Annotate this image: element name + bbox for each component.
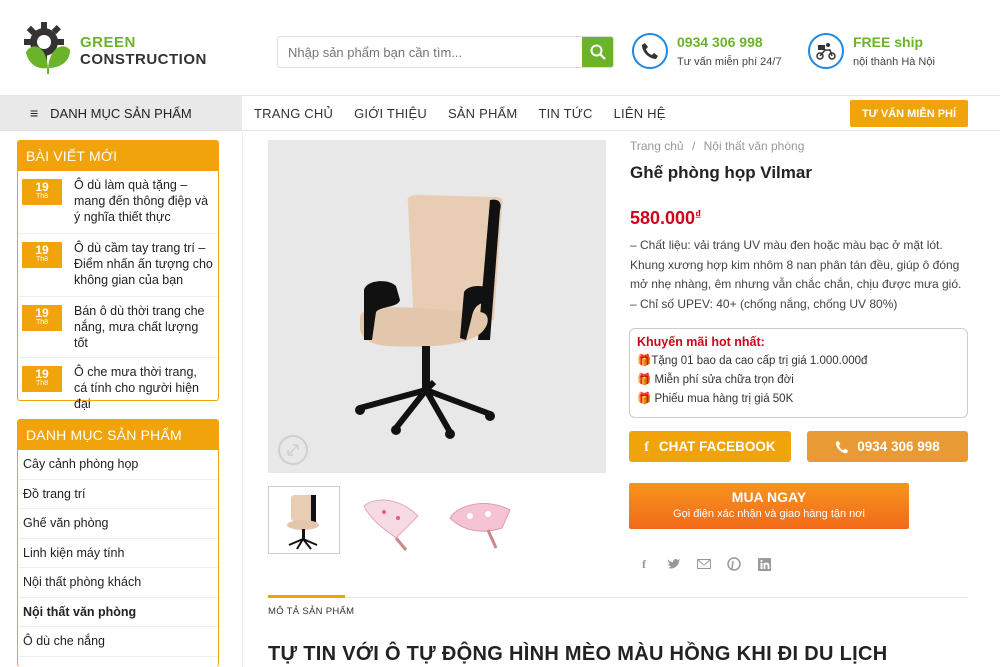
search-input[interactable] bbox=[278, 37, 582, 67]
zoom-icon[interactable] bbox=[278, 435, 308, 465]
category-menu-label: DANH MỤC SẢN PHẨM bbox=[50, 105, 192, 121]
article-title: TỰ TIN VỚI Ô TỰ ĐỘNG HÌNH MÈO MÀU HỒNG K… bbox=[268, 643, 888, 665]
tab-active-indicator bbox=[268, 595, 345, 598]
chat-facebook-button[interactable]: f CHAT FACEBOOK bbox=[629, 431, 791, 462]
facebook-share-icon[interactable]: f bbox=[636, 556, 652, 572]
category-item[interactable]: Đồ trang trí bbox=[18, 480, 218, 509]
ship-sub: nội thành Hà Nội bbox=[853, 56, 935, 68]
pinterest-share-icon[interactable] bbox=[726, 556, 742, 572]
post-title[interactable]: Ô dù cầm tay trang trí – Điểm nhấn ấn tư… bbox=[74, 240, 213, 290]
buy-now-label: MUA NGAY bbox=[731, 489, 807, 505]
post-title[interactable]: Bán ô dù thời trang che nắng, mưa chất l… bbox=[74, 303, 213, 351]
post-date: 19 Th8 bbox=[22, 242, 62, 268]
buy-now-button[interactable]: MUA NGAY Gọi điện xác nhận và giao hàng … bbox=[629, 483, 909, 529]
phone-icon bbox=[835, 440, 849, 453]
nav-item-contact[interactable]: LIÊN HỆ bbox=[614, 106, 666, 121]
ship-block: FREE ship nội thành Hà Nội bbox=[808, 33, 935, 69]
post-item[interactable]: 19 Th8 Ô dù cầm tay trang trí – Điểm nhấn… bbox=[18, 234, 218, 297]
recent-posts-widget: BÀI VIẾT MỚI 19 Th8 Ô dù làm quà tặng – m… bbox=[17, 140, 219, 411]
search-bar bbox=[277, 36, 614, 68]
post-date: 19 Th8 bbox=[22, 366, 62, 392]
product-thumbnail[interactable] bbox=[356, 486, 428, 554]
recent-posts-title: BÀI VIẾT MỚI bbox=[18, 141, 218, 171]
category-menu-button[interactable]: ≡ DANH MỤC SẢN PHẨM bbox=[0, 96, 242, 130]
brand-line1: GREEN bbox=[80, 34, 136, 51]
chat-facebook-label: CHAT FACEBOOK bbox=[658, 439, 776, 454]
product-thumbnail[interactable] bbox=[444, 486, 516, 554]
divider bbox=[242, 131, 243, 667]
post-date: 19 Th8 bbox=[22, 179, 62, 205]
facebook-icon: f bbox=[644, 438, 649, 454]
breadcrumb-separator: / bbox=[691, 139, 696, 153]
post-title[interactable]: Ô che mưa thời trang, cá tính cho người … bbox=[74, 364, 213, 412]
promo-box: Khuyến mãi hot nhất: 🎁Tặng 01 bao da cao… bbox=[629, 328, 968, 418]
ship-title: FREE ship bbox=[853, 34, 924, 50]
breadcrumb-current[interactable]: Nội thất văn phòng bbox=[704, 139, 805, 153]
promo-item: 🎁 Phiếu mua hàng trị giá 50K bbox=[637, 393, 794, 405]
post-item[interactable]: 19 Th8 Bán ô dù thời trang che nắng, mưa … bbox=[18, 297, 218, 358]
product-description: – Chất liệu: vải tráng UV màu đen hoặc m… bbox=[630, 236, 970, 314]
hotline-sub: Tư vấn miễn phí 24/7 bbox=[677, 56, 782, 68]
phone-icon bbox=[632, 33, 668, 69]
promo-item: 🎁Tặng 01 bao da cao cấp trị giá 1.000.00… bbox=[637, 355, 868, 367]
category-widget: DANH MỤC SẢN PHẨM Cây cảnh phòng họp Đồ … bbox=[17, 419, 219, 667]
call-label: 0934 306 998 bbox=[857, 439, 940, 454]
post-item[interactable]: 19 Th8 Ô che mưa thời trang, cá tính cho … bbox=[18, 358, 218, 418]
product-title: Ghế phòng họp Vilmar bbox=[630, 163, 812, 182]
category-item[interactable]: Ghế văn phòng bbox=[18, 509, 218, 539]
nav-item-about[interactable]: GIỚI THIỆU bbox=[354, 106, 427, 121]
search-button[interactable] bbox=[582, 37, 613, 67]
category-item-active[interactable]: Nội thất văn phòng bbox=[18, 598, 218, 627]
nav-item-news[interactable]: TIN TỨC bbox=[538, 106, 592, 121]
promo-title: Khuyến mãi hot nhất: bbox=[637, 335, 765, 349]
post-title[interactable]: Ô dù làm quà tặng – mang đến thông điệp … bbox=[74, 177, 213, 227]
promo-item: 🎁 Miễn phí sửa chữa trọn đời bbox=[637, 374, 794, 386]
category-item[interactable]: Ô dù che nắng bbox=[18, 627, 218, 657]
currency-symbol: ₫ bbox=[695, 208, 702, 222]
description-text: – Chất liệu: vải tráng UV màu đen hoặc m… bbox=[630, 238, 962, 291]
email-share-icon[interactable] bbox=[696, 556, 712, 572]
product-main-image[interactable] bbox=[268, 140, 606, 473]
hotline-block[interactable]: 0934 306 998 Tư vấn miễn phí 24/7 bbox=[632, 33, 782, 69]
category-widget-title: DANH MỤC SẢN PHẨM bbox=[18, 420, 218, 450]
linkedin-share-icon[interactable] bbox=[756, 556, 772, 572]
tab-divider bbox=[268, 597, 968, 598]
product-price: 580.000₫ bbox=[630, 208, 702, 228]
delivery-icon bbox=[808, 33, 844, 69]
nav-item-home[interactable]: TRANG CHỦ bbox=[254, 106, 333, 121]
breadcrumb: Trang chủ / Nội thất văn phòng bbox=[630, 139, 804, 153]
logo-icon[interactable] bbox=[18, 18, 78, 76]
category-item[interactable]: Nội thất phòng khách bbox=[18, 568, 218, 598]
category-item[interactable]: Linh kiện máy tính bbox=[18, 539, 218, 568]
call-button[interactable]: 0934 306 998 bbox=[807, 431, 968, 462]
category-item[interactable]: Cây cảnh phòng họp bbox=[18, 450, 218, 480]
gift-icon: 🎁 bbox=[637, 355, 652, 367]
main-menu: TRANG CHỦ GIỚI THIỆU SẢN PHẨM TIN TỨC LI… bbox=[254, 96, 687, 130]
brand-name[interactable]: GREEN CONSTRUCTION bbox=[80, 34, 207, 68]
hamburger-icon: ≡ bbox=[30, 105, 39, 121]
gift-icon: 🎁 bbox=[637, 374, 655, 386]
gift-icon: 🎁 bbox=[637, 393, 655, 405]
description-text: – Chỉ số UPEV: 40+ (chống nắng, chống UV… bbox=[630, 296, 898, 311]
free-consult-button[interactable]: TƯ VẤN MIỄN PHÍ bbox=[850, 100, 968, 127]
hotline-number: 0934 306 998 bbox=[677, 34, 763, 50]
tab-description[interactable]: MÔ TẢ SẢN PHẨM bbox=[268, 606, 354, 617]
share-bar: f bbox=[636, 556, 772, 572]
post-date: 19 Th8 bbox=[22, 305, 62, 331]
buy-now-sub: Gọi điện xác nhận và giao hàng tận nơi bbox=[673, 508, 865, 520]
nav-item-products[interactable]: SẢN PHẨM bbox=[448, 106, 518, 121]
search-icon bbox=[590, 44, 606, 60]
twitter-share-icon[interactable] bbox=[666, 556, 682, 572]
brand-line2: CONSTRUCTION bbox=[80, 51, 207, 68]
product-thumbnail[interactable] bbox=[268, 486, 340, 554]
post-item[interactable]: 19 Th8 Ô dù làm quà tặng – mang đến thông… bbox=[18, 171, 218, 234]
breadcrumb-home[interactable]: Trang chủ bbox=[630, 139, 684, 153]
